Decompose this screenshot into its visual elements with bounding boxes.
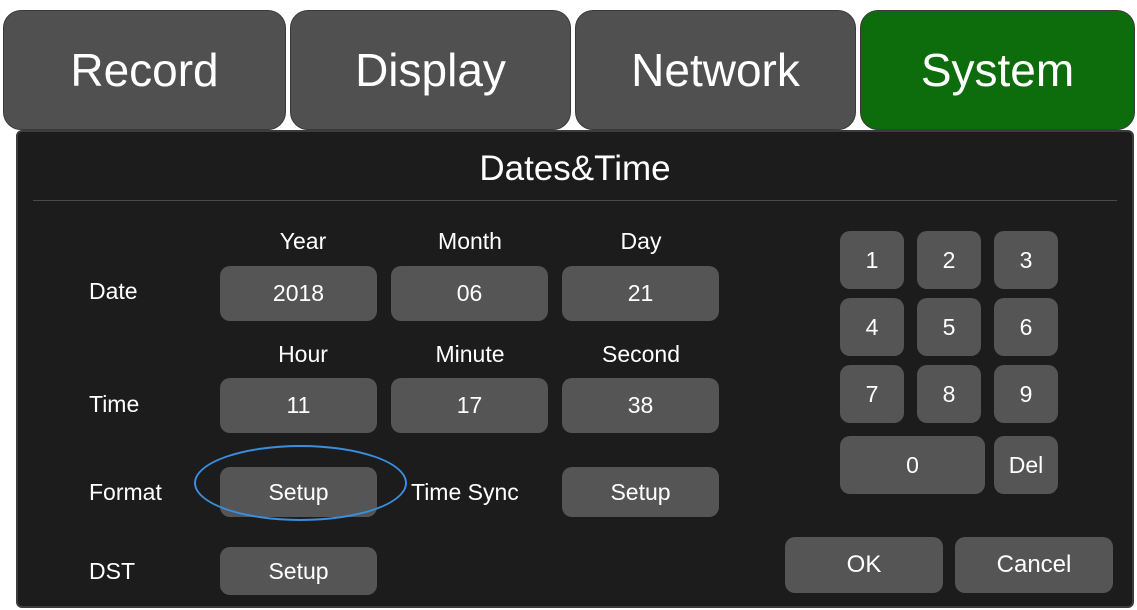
dates-time-panel: Dates&Time Year Month Day Date 2018 06 2… — [16, 130, 1134, 608]
date-label: Date — [89, 278, 138, 304]
day-field[interactable]: 21 — [562, 266, 719, 321]
key-5[interactable]: 5 — [917, 298, 981, 356]
time-sync-label: Time Sync — [411, 479, 519, 505]
year-field[interactable]: 2018 — [220, 266, 377, 321]
day-header: Day — [620, 228, 662, 254]
key-3[interactable]: 3 — [994, 231, 1058, 289]
panel-title: Dates&Time — [479, 149, 671, 188]
key-4[interactable]: 4 — [840, 298, 904, 356]
format-setup-button[interactable]: Setup — [220, 467, 377, 517]
tab-record[interactable]: Record — [3, 10, 286, 130]
year-header: Year — [279, 228, 327, 254]
month-field[interactable]: 06 — [391, 266, 548, 321]
key-del[interactable]: Del — [994, 436, 1058, 494]
tab-system[interactable]: System — [860, 10, 1135, 130]
hour-field[interactable]: 11 — [220, 378, 377, 433]
tab-display[interactable]: Display — [290, 10, 571, 130]
cancel-button[interactable]: Cancel — [955, 537, 1113, 593]
key-9[interactable]: 9 — [994, 365, 1058, 423]
key-6[interactable]: 6 — [994, 298, 1058, 356]
minute-header: Minute — [435, 341, 505, 367]
minute-field[interactable]: 17 — [391, 378, 548, 433]
key-0[interactable]: 0 — [840, 436, 985, 494]
second-field[interactable]: 38 — [562, 378, 719, 433]
ok-button[interactable]: OK — [785, 537, 943, 593]
hour-header: Hour — [278, 341, 328, 367]
dst-label: DST — [89, 558, 135, 584]
second-header: Second — [601, 341, 680, 367]
tab-network[interactable]: Network — [575, 10, 856, 130]
key-8[interactable]: 8 — [917, 365, 981, 423]
time-label: Time — [89, 391, 140, 417]
time-sync-setup-button[interactable]: Setup — [562, 467, 719, 517]
dst-setup-button[interactable]: Setup — [220, 547, 377, 595]
key-7[interactable]: 7 — [840, 365, 904, 423]
month-header: Month — [438, 228, 502, 254]
title-divider — [33, 200, 1117, 201]
key-2[interactable]: 2 — [917, 231, 981, 289]
key-1[interactable]: 1 — [840, 231, 904, 289]
format-label: Format — [89, 479, 162, 505]
